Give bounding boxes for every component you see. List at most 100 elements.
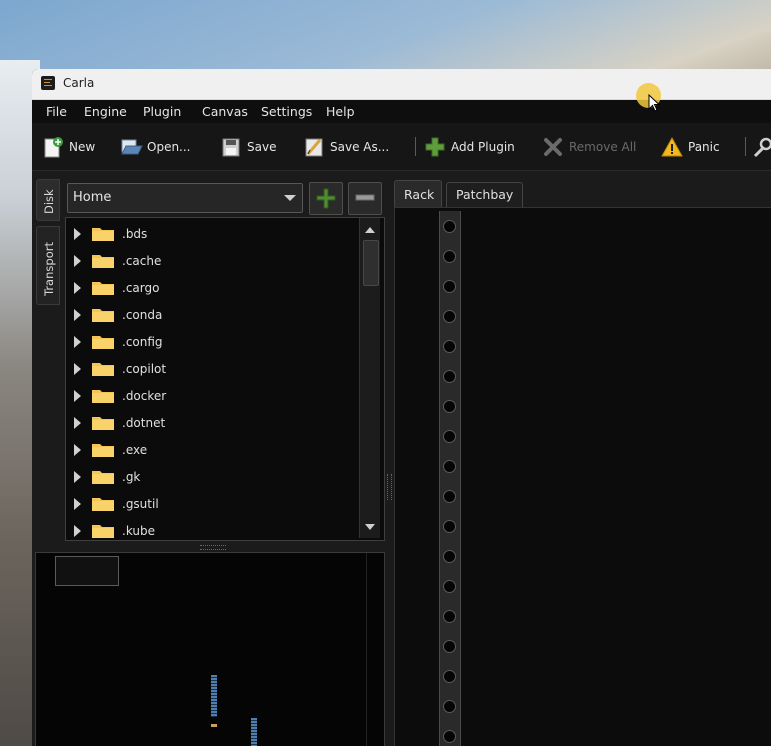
rack-screw-hole [443,670,456,683]
list-item[interactable]: .conda [66,301,356,328]
save-label: Save [247,140,277,154]
save-disk-icon [220,136,242,158]
expand-arrow-icon[interactable] [74,336,81,348]
expand-arrow-icon[interactable] [74,228,81,240]
folder-icon [92,282,114,295]
rack-screw-hole [443,490,456,503]
list-item[interactable]: .bds [66,220,356,247]
folder-name: .config [122,335,163,349]
add-plus-icon [424,136,446,158]
folder-name: .dotnet [122,416,166,430]
file-tree-scrollbar[interactable] [359,218,380,538]
scrollbar-thumb[interactable] [363,240,379,286]
folder-icon [92,471,114,484]
list-item[interactable]: .dotnet [66,409,356,436]
expand-arrow-icon[interactable] [74,309,81,321]
rack-screw-hole [443,730,456,743]
rack-screw-hole [443,340,456,353]
minimap-edge [366,553,367,746]
canvas-minimap[interactable] [35,552,385,746]
list-item[interactable]: .docker [66,382,356,409]
settings-button[interactable] [751,135,771,159]
open-label: Open... [147,140,191,154]
folder-name: .kube [122,524,155,538]
rack-screw-hole [443,640,456,653]
folder-icon [92,390,114,403]
folder-icon [92,498,114,511]
expand-arrow-icon[interactable] [74,255,81,267]
list-item[interactable]: .gk [66,463,356,490]
add-plugin-label: Add Plugin [451,140,515,154]
list-item[interactable]: .kube [66,517,356,540]
toolbar-separator [415,137,416,156]
menu-settings[interactable]: Settings [261,104,312,119]
mouse-cursor-icon [648,94,660,112]
location-dropdown[interactable]: Home [67,183,303,213]
expand-arrow-icon[interactable] [74,525,81,537]
remove-all-label: Remove All [569,140,637,154]
list-item[interactable]: .gsutil [66,490,356,517]
folder-icon [92,417,114,430]
splitter-handle[interactable] [200,545,226,550]
list-item[interactable]: .config [66,328,356,355]
add-folder-button[interactable] [309,182,343,215]
save-as-button[interactable]: Save As... [303,135,389,159]
folder-icon [92,309,114,322]
folder-name: .gk [122,470,141,484]
folder-icon [92,363,114,376]
minus-icon [355,194,375,201]
folder-name: .cargo [122,281,160,295]
list-item[interactable]: .copilot [66,355,356,382]
folder-name: .copilot [122,362,167,376]
folder-icon [92,255,114,268]
panic-button[interactable]: Panic [661,135,720,159]
folder-name: .conda [122,308,163,322]
folder-icon [92,444,114,457]
menu-canvas[interactable]: Canvas [202,104,248,119]
expand-arrow-icon[interactable] [74,444,81,456]
save-button[interactable]: Save [220,135,276,159]
expand-arrow-icon[interactable] [74,363,81,375]
menu-file[interactable]: File [46,104,67,119]
minimap-viewport[interactable] [55,556,119,586]
rack-screw-hole [443,400,456,413]
open-button[interactable]: Open... [120,135,191,159]
expand-arrow-icon[interactable] [74,417,81,429]
tab-disk[interactable]: Disk [36,179,60,221]
rack-screw-hole [443,280,456,293]
rack-screw-hole [443,610,456,623]
menu-help[interactable]: Help [326,104,355,119]
list-item[interactable]: .cache [66,247,356,274]
remove-x-icon [542,136,564,158]
rack-screw-hole [443,370,456,383]
new-button[interactable]: New [42,135,95,159]
scroll-up-icon[interactable] [363,222,377,236]
remove-all-button[interactable]: Remove All [542,135,636,159]
rack-rail [439,211,461,746]
expand-arrow-icon[interactable] [74,282,81,294]
list-item[interactable]: .cargo [66,274,356,301]
expand-arrow-icon[interactable] [74,390,81,402]
rack-screw-hole [443,550,456,563]
scroll-down-icon[interactable] [363,520,377,534]
file-tree: .bds .cache .cargo .conda .config .copil… [65,217,385,541]
folder-icon [92,525,114,538]
tab-transport[interactable]: Transport [36,226,60,305]
rack-screw-hole [443,430,456,443]
expand-arrow-icon[interactable] [74,498,81,510]
expand-arrow-icon[interactable] [74,471,81,483]
list-item[interactable]: .exe [66,436,356,463]
tab-rack[interactable]: Rack [394,180,442,209]
folder-name: .exe [122,443,148,457]
tab-patchbay[interactable]: Patchbay [446,182,523,209]
remove-folder-button[interactable] [348,182,382,215]
panel-splitter[interactable] [387,474,392,500]
menu-engine[interactable]: Engine [84,104,127,119]
new-document-icon [42,136,64,158]
add-plugin-button[interactable]: Add Plugin [424,135,515,159]
folder-name: .docker [122,389,167,403]
main-toolbar: New Open... Save Save As... Add Plugin R… [32,123,771,171]
menu-plugin[interactable]: Plugin [143,104,181,119]
rack-panel [394,207,771,746]
new-label: New [69,140,96,154]
